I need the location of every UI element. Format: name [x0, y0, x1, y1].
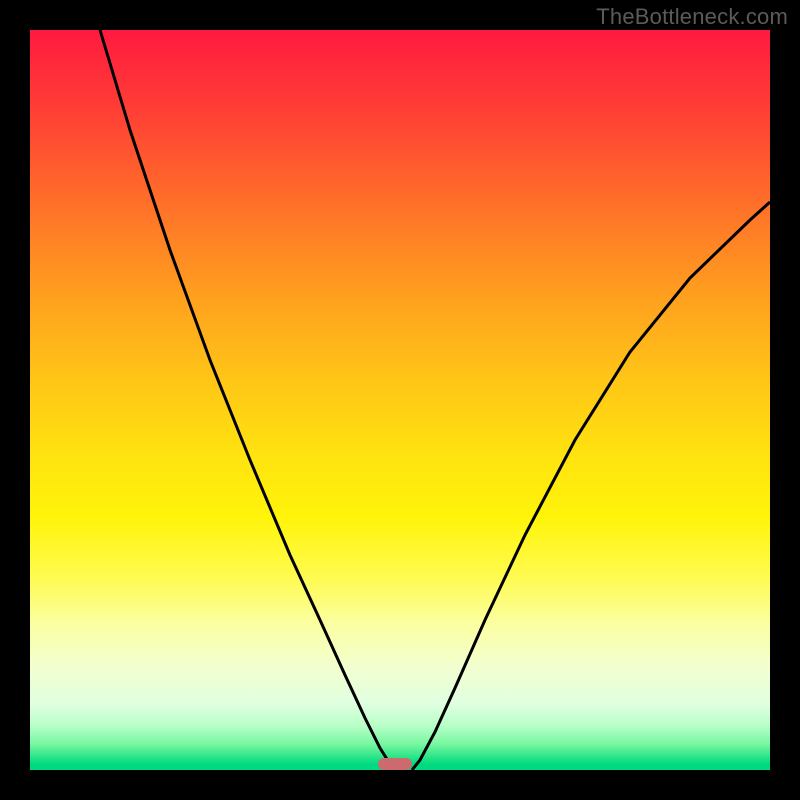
chart-frame: TheBottleneck.com: [0, 0, 800, 800]
curve-left-branch: [100, 30, 395, 770]
curve-right-branch: [412, 202, 770, 770]
optimum-marker: [378, 758, 412, 770]
bottleneck-curve: [30, 30, 770, 770]
watermark-text: TheBottleneck.com: [596, 4, 788, 30]
plot-area: [30, 30, 770, 770]
